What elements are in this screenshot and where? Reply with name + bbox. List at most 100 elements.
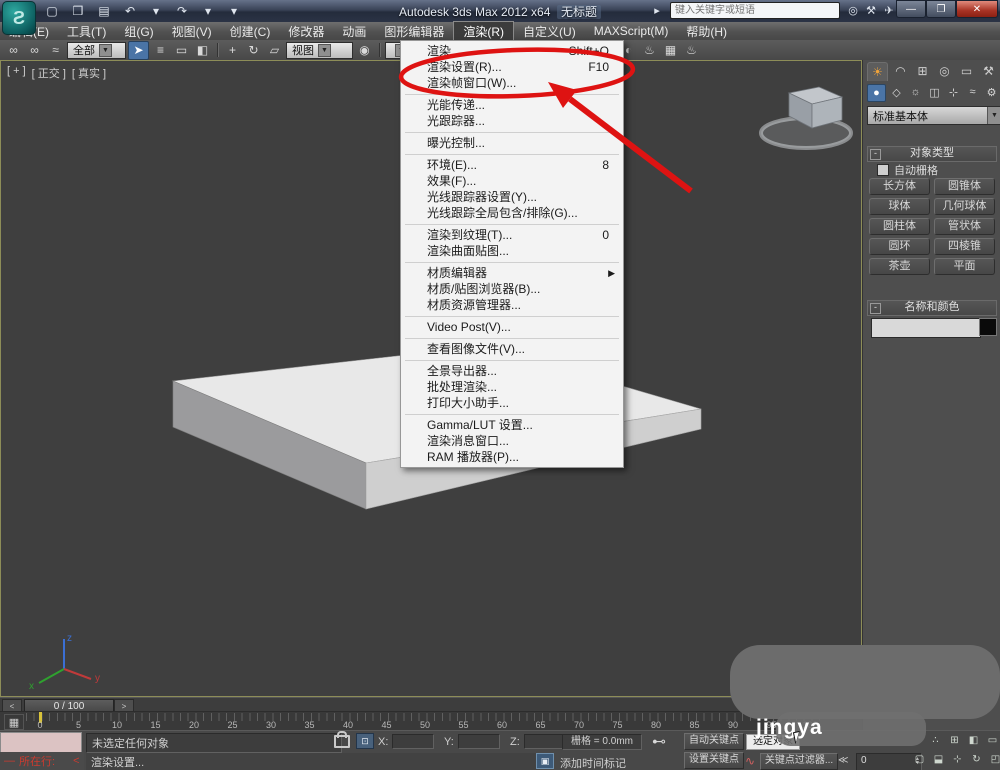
menu-item-批处理渲染-[interactable]: 批处理渲染... xyxy=(401,379,623,395)
menu-item-材质编辑器[interactable]: 材质编辑器▶ xyxy=(401,265,623,281)
menu-item-Video-Post-V-[interactable]: Video Post(V)... xyxy=(401,319,623,335)
listener-expand-icon[interactable]: < xyxy=(73,755,79,767)
menubar-item[interactable]: 视图(V) xyxy=(163,22,221,41)
menu-item-渲染设置-R-[interactable]: 渲染设置(R)...F10 xyxy=(401,59,623,75)
menu-item-光能传递-[interactable]: 光能传递... xyxy=(401,97,623,113)
pan-hand-icon[interactable]: ⊹ xyxy=(950,752,965,766)
menu-item-材质资源管理器-[interactable]: 材质资源管理器... xyxy=(401,297,623,313)
menubar-item[interactable]: 图形编辑器 xyxy=(375,22,453,41)
tab-hierarchy[interactable]: ⊞ xyxy=(913,62,932,80)
tab-utilities[interactable]: ⚒ xyxy=(979,62,998,80)
menu-item-环境-E-[interactable]: 环境(E)...8 xyxy=(401,157,623,173)
checkbox-icon[interactable] xyxy=(877,164,889,176)
window-crossing-icon[interactable]: ◧ xyxy=(193,42,212,59)
rectangular-region-icon[interactable]: ▭ xyxy=(172,42,191,59)
tab-motion[interactable]: ◎ xyxy=(935,62,954,80)
menu-item-光线跟踪器设置-Y-[interactable]: 光线跟踪器设置(Y)... xyxy=(401,189,623,205)
object-button-圆柱体[interactable]: 圆柱体 xyxy=(869,218,930,235)
object-button-长方体[interactable]: 长方体 xyxy=(869,178,930,195)
selection-filter-dropdown[interactable]: 全部▼ xyxy=(67,42,126,59)
new-file-icon[interactable]: ▢ xyxy=(42,2,62,19)
rollout-object-type[interactable]: - 对象类型 xyxy=(867,146,997,162)
menubar-item[interactable]: 修改器 xyxy=(279,22,333,41)
render-setup-icon[interactable]: ♨ xyxy=(640,42,659,59)
object-button-茶壶[interactable]: 茶壶 xyxy=(869,258,930,275)
menu-item-渲染到纹理-T-[interactable]: 渲染到纹理(T)...0 xyxy=(401,227,623,243)
qat-customize-icon[interactable]: ▾ xyxy=(224,2,244,19)
communication-center-icon[interactable]: ◎ xyxy=(844,3,862,19)
time-tag-icon[interactable]: ▣ xyxy=(536,753,554,769)
menu-item-材质-贴图浏览器-B-[interactable]: 材质/贴图浏览器(B)... xyxy=(401,281,623,297)
menu-item-光跟踪器-[interactable]: 光跟踪器... xyxy=(401,113,623,129)
select-and-link-icon[interactable]: ∞ xyxy=(4,42,23,59)
add-time-tag[interactable]: 添加时间标记 xyxy=(560,755,626,770)
object-button-圆环[interactable]: 圆环 xyxy=(869,238,930,255)
subtab-lights[interactable]: ☼ xyxy=(907,84,924,100)
subtab-helpers[interactable]: ⊹ xyxy=(945,84,962,100)
set-key-button[interactable]: 设置关键点 xyxy=(684,752,744,769)
selection-lock-icon[interactable] xyxy=(334,735,350,748)
tab-display[interactable]: ▭ xyxy=(957,62,976,80)
tab-create[interactable]: ☀ xyxy=(867,62,888,81)
geometry-category-dropdown[interactable]: 标准基本体 ▼ xyxy=(867,106,1000,125)
redo-icon[interactable]: ↷ xyxy=(172,2,192,19)
y-field[interactable] xyxy=(458,734,500,749)
menu-item-渲染[interactable]: 渲染Shift+Q xyxy=(401,43,623,59)
save-file-icon[interactable]: ▤ xyxy=(94,2,114,19)
key-filters-button[interactable]: 关键点过滤器... xyxy=(760,753,838,770)
menubar-item[interactable]: 渲染(R) xyxy=(453,21,514,41)
minimize-button[interactable]: — xyxy=(896,0,926,18)
menu-item-渲染曲面贴图-[interactable]: 渲染曲面贴图... xyxy=(401,243,623,259)
open-file-icon[interactable]: ❒ xyxy=(68,2,88,19)
render-production-icon[interactable]: ♨ xyxy=(682,42,701,59)
object-button-平面[interactable]: 平面 xyxy=(934,258,995,275)
object-button-管状体[interactable]: 管状体 xyxy=(934,218,995,235)
absolute-mode-icon[interactable]: ⊡ xyxy=(356,733,374,749)
object-color-swatch[interactable] xyxy=(979,318,997,336)
menubar-item[interactable]: 自定义(U) xyxy=(514,22,585,41)
search-flyout-icon[interactable]: ▸ xyxy=(648,3,666,19)
unlink-selection-icon[interactable]: ∞ xyxy=(25,42,44,59)
object-name-input[interactable] xyxy=(871,318,981,338)
zoom-all-icon[interactable]: ⊞ xyxy=(947,733,962,747)
use-pivot-center-icon[interactable]: ◉ xyxy=(355,42,374,59)
zoom-icon[interactable]: ∴ xyxy=(928,733,943,747)
field-of-view-icon[interactable]: ⬓ xyxy=(931,752,946,766)
menu-item-RAM-播放器-P-[interactable]: RAM 播放器(P)... xyxy=(401,449,623,465)
menu-item-Gamma-LUT-设置-[interactable]: Gamma/LUT 设置... xyxy=(401,417,623,433)
auto-key-button[interactable]: 自动关键点 xyxy=(684,733,744,750)
select-and-rotate-icon[interactable]: ↻ xyxy=(244,42,263,59)
track-bar[interactable]: ▦ 05101520253035404550556065707580859095… xyxy=(0,711,862,731)
select-and-move-icon[interactable]: + xyxy=(223,42,242,59)
rollout-name-color[interactable]: - 名称和颜色 xyxy=(867,300,997,316)
menubar-item[interactable]: 组(G) xyxy=(115,22,162,41)
select-by-name-icon[interactable]: ≡ xyxy=(151,42,170,59)
menubar-item[interactable]: 动画 xyxy=(333,22,375,41)
wrench-icon[interactable]: ⚒ xyxy=(862,3,880,19)
tab-modify[interactable]: ◠ xyxy=(891,62,910,80)
subtab-cameras[interactable]: ◫ xyxy=(926,84,943,100)
object-button-几何球体[interactable]: 几何球体 xyxy=(934,198,995,215)
rendered-frame-window-icon[interactable]: ▦ xyxy=(661,42,680,59)
zoom-extents-icon[interactable]: ◧ xyxy=(966,733,981,747)
redo-flyout-icon[interactable]: ▾ xyxy=(198,2,218,19)
undo-icon[interactable]: ↶ xyxy=(120,2,140,19)
menubar-item[interactable]: MAXScript(M) xyxy=(585,23,678,39)
menu-item-查看图像文件-V-[interactable]: 查看图像文件(V)... xyxy=(401,341,623,357)
maximize-viewport-icon[interactable]: ◰ xyxy=(988,752,1000,766)
maxscript-mini-listener[interactable] xyxy=(0,732,82,753)
subtab-geometry[interactable]: ● xyxy=(867,84,886,102)
menubar-item[interactable]: 创建(C) xyxy=(221,22,280,41)
menu-item-渲染帧窗口-W-[interactable]: 渲染帧窗口(W)... xyxy=(401,75,623,91)
menu-item-渲染消息窗口-[interactable]: 渲染消息窗口... xyxy=(401,433,623,449)
object-button-球体[interactable]: 球体 xyxy=(869,198,930,215)
restore-button[interactable]: ❐ xyxy=(926,0,956,18)
listener-scroll-icon[interactable]: — xyxy=(4,755,15,767)
undo-flyout-icon[interactable]: ▾ xyxy=(146,2,166,19)
menubar-item[interactable]: 帮助(H) xyxy=(677,22,736,41)
menubar-item[interactable]: 工具(T) xyxy=(58,22,115,41)
close-button[interactable]: ✕ xyxy=(956,0,998,18)
reference-coordinate-dropdown[interactable]: 视图▼ xyxy=(286,42,353,59)
select-and-scale-icon[interactable]: ▱ xyxy=(265,42,284,59)
subtab-shapes[interactable]: ◇ xyxy=(888,84,905,100)
